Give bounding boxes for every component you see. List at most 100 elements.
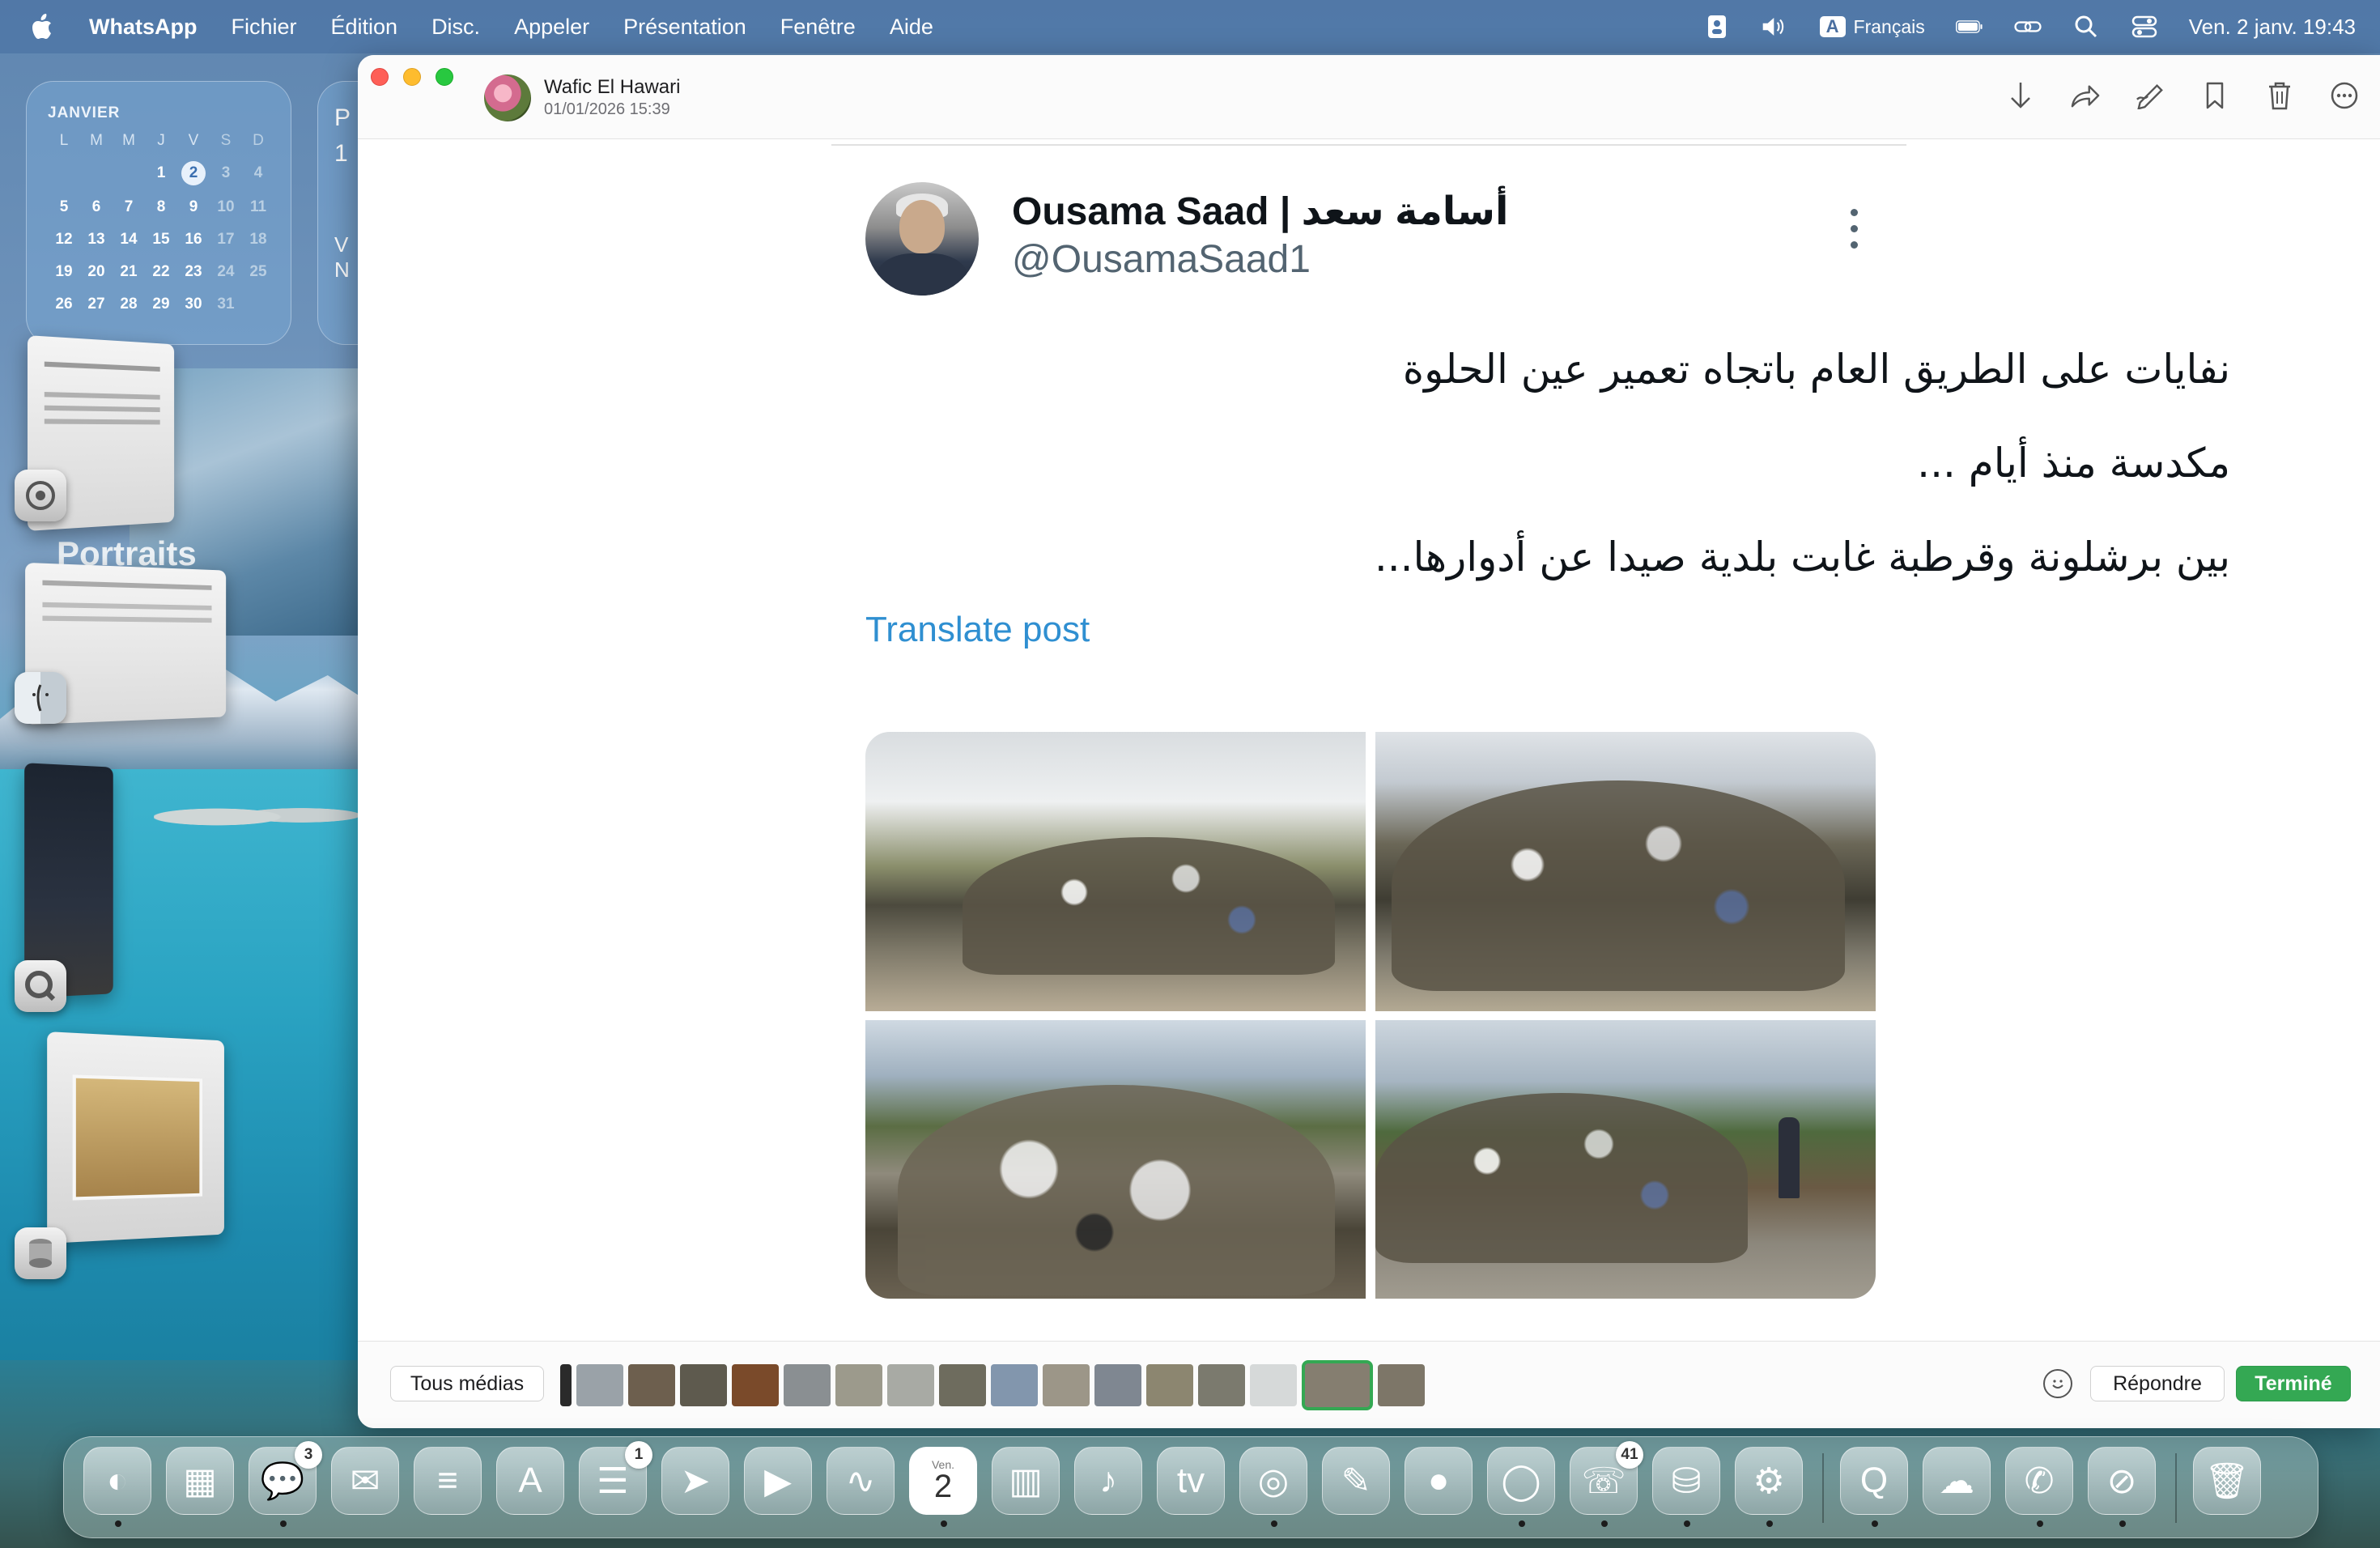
dock-whatsapp-icon[interactable]: ☏ 41 — [1570, 1441, 1643, 1527]
media-thumbnail[interactable] — [1250, 1364, 1297, 1406]
media-thumbnail[interactable] — [784, 1364, 831, 1406]
menu-disc[interactable]: Disc. — [431, 15, 480, 40]
calendar-day[interactable]: 31 — [210, 294, 242, 315]
calendar-day[interactable]: 20 — [80, 262, 113, 283]
dock-tv-icon[interactable]: tv — [1157, 1447, 1225, 1515]
dock-mail-icon[interactable]: ✉ — [331, 1447, 399, 1515]
done-button[interactable]: Terminé — [2236, 1366, 2351, 1401]
reply-button[interactable]: Répondre — [2090, 1366, 2225, 1401]
menu-app-name[interactable]: WhatsApp — [89, 15, 197, 40]
calendar-day[interactable]: 2 — [181, 161, 206, 185]
dock-quicktime-icon[interactable]: Q — [1840, 1447, 1908, 1527]
calendar-day[interactable]: 7 — [113, 197, 145, 218]
emoji-reaction-icon[interactable] — [2043, 1369, 2072, 1398]
calendar-widget[interactable]: JANVIER L M M J V S D 1 2 3 4 5 6 7 8 9 10 11 12 13 14 15 16 17… — [26, 81, 291, 345]
dock-app-store-icon[interactable]: A — [496, 1447, 564, 1515]
menu-edition[interactable]: Édition — [331, 15, 398, 40]
media-thumbnail[interactable] — [732, 1364, 779, 1406]
calendar-day[interactable]: 23 — [177, 262, 210, 283]
window-close-button[interactable] — [371, 68, 389, 86]
media-thumbnail[interactable] — [560, 1364, 572, 1406]
dock-pages-icon[interactable]: ✎ — [1322, 1447, 1390, 1515]
calendar-day[interactable]: 10 — [210, 197, 242, 218]
calendar-day[interactable]: 3 — [210, 163, 242, 184]
media-thumbnail[interactable] — [887, 1364, 934, 1406]
search-icon[interactable] — [2072, 15, 2100, 39]
stage-window-preview[interactable] — [47, 1031, 224, 1244]
calendar-day[interactable]: 14 — [113, 229, 145, 250]
menu-presentation[interactable]: Présentation — [623, 15, 746, 40]
contact-card-icon[interactable] — [1703, 15, 1731, 39]
bookmark-icon[interactable] — [2200, 79, 2229, 112]
battery-icon[interactable] — [1955, 15, 1983, 39]
dock-maps-icon[interactable]: ➤ — [661, 1447, 729, 1515]
input-source[interactable]: A Français — [1819, 16, 1925, 38]
calendar-day[interactable]: 9 — [177, 197, 210, 218]
dock-reminders-icon[interactable]: ☰ 1 — [579, 1441, 652, 1515]
more-icon[interactable] — [2330, 79, 2359, 112]
media-thumbnail[interactable] — [1378, 1364, 1425, 1406]
calendar-day[interactable]: 13 — [80, 229, 113, 250]
calendar-day[interactable]: 24 — [210, 262, 242, 283]
media-thumbnail[interactable] — [1198, 1364, 1245, 1406]
link-icon[interactable] — [2014, 15, 2042, 39]
dock-calendar-icon[interactable]: Ven. 2 — [909, 1447, 977, 1527]
media-thumbnail[interactable] — [1043, 1364, 1090, 1406]
download-icon[interactable] — [2006, 79, 2035, 112]
dock-facetime-icon[interactable]: ▶ — [744, 1447, 812, 1515]
dock-signal-icon[interactable]: ◯ — [1487, 1447, 1555, 1527]
menu-appeler[interactable]: Appeler — [514, 15, 589, 40]
sender-avatar[interactable] — [484, 74, 531, 121]
media-thumbnail[interactable] — [939, 1364, 986, 1406]
dock-launchpad-icon[interactable]: ▦ — [166, 1447, 234, 1515]
window-minimize-button[interactable] — [403, 68, 421, 86]
calendar-day[interactable]: 29 — [145, 294, 177, 315]
finder-app-icon[interactable] — [15, 672, 66, 724]
calendar-day[interactable]: 17 — [210, 229, 242, 250]
menu-datetime[interactable]: Ven. 2 janv. 19:43 — [2189, 15, 2356, 40]
dock-icloud-icon[interactable]: ☁ — [1923, 1447, 1991, 1515]
dock-trash-icon[interactable]: 🗑 — [2193, 1447, 2261, 1515]
calendar-day[interactable]: 26 — [48, 294, 80, 315]
window-maximize-button[interactable] — [436, 68, 453, 86]
all-media-button[interactable]: Tous médias — [390, 1366, 544, 1401]
dock-chrome-icon[interactable]: ◎ — [1239, 1447, 1307, 1527]
calendar-day[interactable]: 16 — [177, 229, 210, 250]
media-thumbnail[interactable] — [991, 1364, 1038, 1406]
calendar-day[interactable]: 18 — [242, 229, 274, 250]
calendar-day[interactable]: 1 — [145, 163, 177, 184]
dock-notes-icon[interactable]: ≡ — [414, 1447, 482, 1515]
calendar-day[interactable]: 12 — [48, 229, 80, 250]
calendar-day[interactable]: 21 — [113, 262, 145, 283]
dock-system-settings-icon[interactable]: ⚙ — [1735, 1447, 1803, 1527]
quicktime-app-icon[interactable] — [15, 960, 66, 1012]
trash-icon[interactable] — [2265, 79, 2294, 112]
dock-numbers-icon[interactable]: ▥ — [992, 1447, 1060, 1515]
dock-messages-icon[interactable]: 💬 3 — [249, 1441, 322, 1527]
dock-freeform-icon[interactable]: ∿ — [827, 1447, 895, 1515]
markup-icon[interactable] — [2136, 79, 2165, 112]
settings-app-icon[interactable] — [15, 470, 66, 521]
calendar-day[interactable]: 8 — [145, 197, 177, 218]
calendar-day[interactable]: 19 — [48, 262, 80, 283]
calendar-day[interactable]: 15 — [145, 229, 177, 250]
dock-safari-icon[interactable]: ⊘ — [2088, 1447, 2156, 1527]
calendar-day[interactable]: 6 — [80, 197, 113, 218]
dock-phone-icon[interactable]: ✆ — [2005, 1447, 2073, 1527]
dock-contacts-icon[interactable]: ● — [1405, 1447, 1473, 1515]
media-thumbnail[interactable] — [576, 1364, 623, 1406]
media-thumbnail[interactable] — [1094, 1364, 1141, 1406]
media-thumbnail[interactable] — [1146, 1364, 1193, 1406]
menu-fenetre[interactable]: Fenêtre — [780, 15, 856, 40]
volume-icon[interactable] — [1762, 15, 1789, 39]
disk-utility-app-icon[interactable] — [15, 1227, 66, 1279]
media-thumbnail[interactable] — [835, 1364, 882, 1406]
calendar-day[interactable]: 25 — [242, 262, 274, 283]
calendar-day[interactable]: 28 — [113, 294, 145, 315]
dock-disk-utility-icon[interactable]: ⛁ — [1652, 1447, 1720, 1527]
media-thumbnail-selected[interactable] — [1302, 1360, 1373, 1410]
calendar-day[interactable]: 5 — [48, 197, 80, 218]
media-thumbnail[interactable] — [628, 1364, 675, 1406]
menu-aide[interactable]: Aide — [890, 15, 933, 40]
dock-music-icon[interactable]: ♪ — [1074, 1447, 1142, 1515]
